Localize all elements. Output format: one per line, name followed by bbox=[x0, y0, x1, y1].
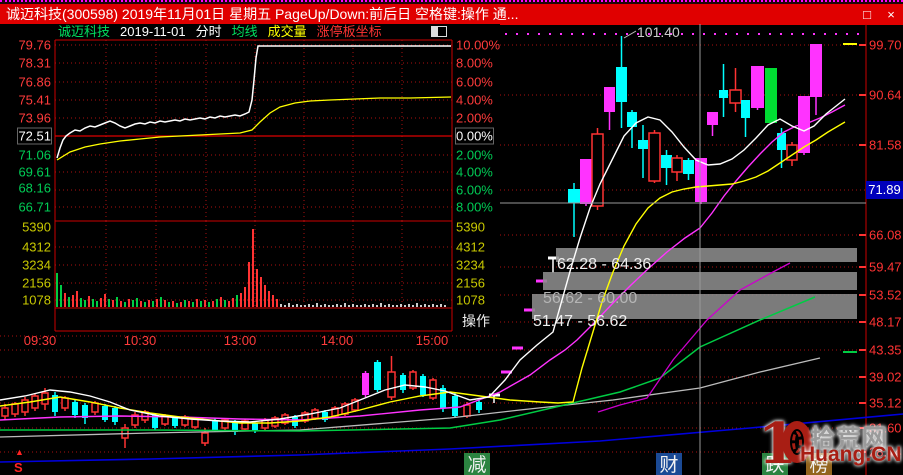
time-axis-label: 14:00 bbox=[320, 333, 354, 348]
logo-domain: Huang.CN bbox=[800, 443, 902, 466]
intraday-price-label: 68.16 bbox=[18, 180, 51, 196]
intraday-percent-label: 6.00% bbox=[456, 74, 493, 90]
y-axis-label: 53.52 bbox=[869, 287, 902, 303]
intraday-volume-label: 5390 bbox=[456, 219, 485, 235]
intraday-volume-label: 2156 bbox=[456, 275, 485, 291]
gap-band-label: 56.62 - 60.00 bbox=[543, 290, 638, 307]
gap-band-label: 51.47 - 56.62 bbox=[533, 313, 628, 330]
intraday-volume-label: 4312 bbox=[22, 239, 51, 255]
intraday-percent-label: 4.00% bbox=[456, 164, 493, 180]
y-axis-label: 66.08 bbox=[869, 227, 902, 243]
intraday-percent-label: 2.00% bbox=[456, 147, 493, 163]
y-axis-label: 39.02 bbox=[869, 369, 902, 385]
intraday-percent-label: 8.00% bbox=[456, 55, 493, 71]
time-axis-label: 13:00 bbox=[223, 333, 257, 348]
intraday-percent-label: 0.00% bbox=[455, 127, 494, 145]
y-axis-label: 90.64 bbox=[869, 87, 902, 103]
intraday-volume-label: 1078 bbox=[22, 292, 51, 308]
intraday-volume-label: 4312 bbox=[456, 239, 485, 255]
intraday-price-label: 75.41 bbox=[18, 92, 51, 108]
intraday-price-label: 79.76 bbox=[18, 37, 51, 53]
intraday-percent-label: 2.00% bbox=[456, 110, 493, 126]
time-axis-label: 09:30 bbox=[23, 333, 57, 348]
watermark-char: 减 bbox=[464, 453, 490, 475]
intraday-volume-label: 5390 bbox=[22, 219, 51, 235]
intraday-volume-label: 1078 bbox=[456, 292, 485, 308]
intraday-percent-label: 8.00% bbox=[456, 199, 493, 215]
intraday-percent-label: 10.00% bbox=[456, 37, 501, 53]
y-axis-label: 59.47 bbox=[869, 259, 902, 275]
y-axis-label: 48.17 bbox=[869, 314, 902, 330]
y-axis-label: 35.12 bbox=[869, 395, 902, 411]
action-button[interactable]: 操作 bbox=[453, 310, 499, 332]
y-axis-label: 99.70 bbox=[869, 37, 902, 53]
intraday-price-label: 66.71 bbox=[18, 199, 51, 215]
crosshair-price-badge: 71.89 bbox=[866, 181, 903, 199]
app-window: 诚迈科技(300598) 2019年11月01日 星期五 PageUp/Down… bbox=[0, 0, 903, 475]
intraday-panel: 诚迈科技 2019-11-01 分时 均线 成交量 涨停板坐标 79.76 78.31 76.… bbox=[0, 24, 501, 348]
y-axis-label: 43.35 bbox=[869, 342, 902, 358]
high-price-annotation: 101.40 bbox=[637, 24, 680, 40]
intraday-volume-label: 3234 bbox=[22, 257, 51, 273]
intraday-percent-label: 4.00% bbox=[456, 92, 493, 108]
sell-marker: S bbox=[14, 460, 23, 475]
intraday-price-label: 78.31 bbox=[18, 55, 51, 71]
intraday-volume-label: 3234 bbox=[456, 257, 485, 273]
intraday-price-label: 72.51 bbox=[17, 127, 52, 145]
volume-bars bbox=[56, 229, 446, 307]
y-axis-label: 81.58 bbox=[869, 137, 902, 153]
site-logo: 1 拾荒网 Huang.CN bbox=[752, 411, 903, 475]
intraday-price-label: 76.86 bbox=[18, 74, 51, 90]
time-axis-label: 10:30 bbox=[123, 333, 157, 348]
sell-marker-arrow: ▲ bbox=[15, 447, 24, 457]
intraday-price-label: 73.96 bbox=[18, 110, 51, 126]
intraday-price-label: 71.06 bbox=[18, 147, 51, 163]
time-axis-label: 15:00 bbox=[415, 333, 449, 348]
intraday-percent-label: 6.00% bbox=[456, 182, 493, 198]
intraday-volume-label: 2156 bbox=[22, 275, 51, 291]
gap-band-label: 62.28 - 64.36 bbox=[557, 256, 652, 273]
watermark-char: 财 bbox=[656, 453, 682, 475]
intraday-chart bbox=[54, 39, 453, 332]
intraday-price-label: 69.61 bbox=[18, 164, 51, 180]
